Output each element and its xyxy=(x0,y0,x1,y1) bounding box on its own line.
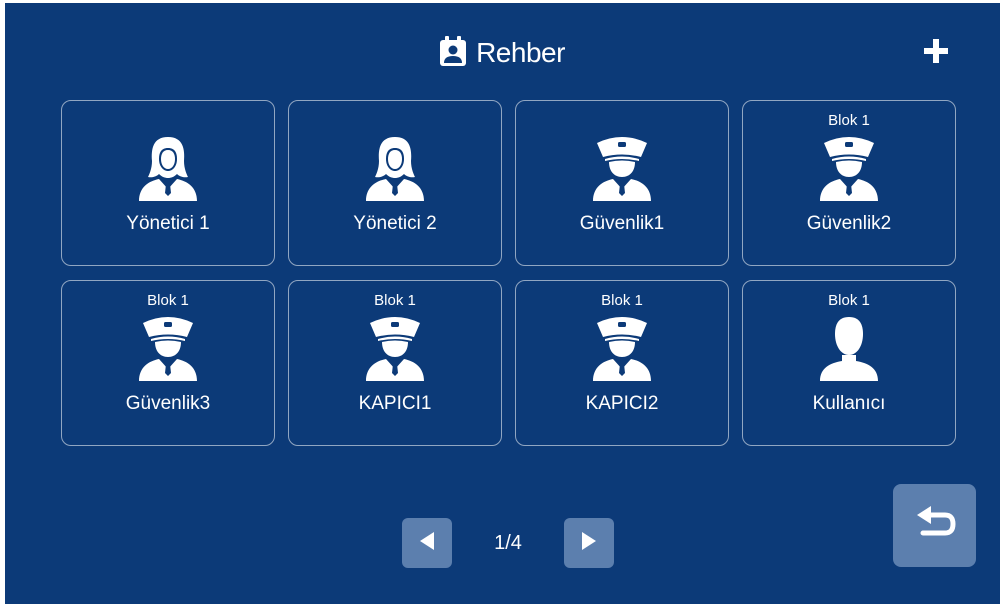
contact-card-kullanici[interactable]: Blok 1 Kullanıcı xyxy=(742,280,956,446)
contact-card-yonetici-2[interactable]: Yönetici 2 xyxy=(288,100,502,266)
contact-card-guvenlik3[interactable]: Blok 1 Güvenlik3 xyxy=(61,280,275,446)
contact-name: Kullanıcı xyxy=(812,393,886,414)
male-user-icon xyxy=(818,315,880,381)
contacts-screen: Rehber Yönetici 1 Yönetici 2 Güvenlik1 B… xyxy=(5,3,1000,604)
contact-card-guvenlik2[interactable]: Blok 1 Güvenlik2 xyxy=(742,100,956,266)
next-page-button[interactable] xyxy=(564,518,614,568)
contact-name: Güvenlik3 xyxy=(125,393,211,414)
contact-name: KAPICI2 xyxy=(585,393,659,414)
security-guard-icon xyxy=(818,135,880,201)
security-guard-icon xyxy=(591,315,653,381)
security-guard-icon xyxy=(364,315,426,381)
contact-grid: Yönetici 1 Yönetici 2 Güvenlik1 Blok 1 G… xyxy=(61,100,956,446)
security-guard-icon xyxy=(137,315,199,381)
plus-icon xyxy=(924,38,948,68)
contact-card-guvenlik1[interactable]: Güvenlik1 xyxy=(515,100,729,266)
contact-block-label: Blok 1 xyxy=(147,292,189,309)
contact-block-label: Blok 1 xyxy=(374,292,416,309)
pagination: 1/4 xyxy=(402,518,614,568)
contact-block-label: Blok 1 xyxy=(828,112,870,129)
contact-card-kapici1[interactable]: Blok 1 KAPICI1 xyxy=(288,280,502,446)
contact-name: Güvenlik2 xyxy=(806,213,892,234)
return-arrow-icon xyxy=(913,506,957,545)
page-title: Rehber xyxy=(476,37,565,68)
female-user-icon xyxy=(364,135,426,201)
contact-book-icon xyxy=(440,35,467,71)
back-button[interactable] xyxy=(893,484,976,567)
prev-arrow-icon xyxy=(418,531,436,556)
next-arrow-icon xyxy=(580,531,598,556)
female-user-icon xyxy=(137,135,199,201)
contact-name: KAPICI1 xyxy=(358,393,432,414)
contact-name: Yönetici 1 xyxy=(126,213,210,234)
contact-card-kapici2[interactable]: Blok 1 KAPICI2 xyxy=(515,280,729,446)
prev-page-button[interactable] xyxy=(402,518,452,568)
page-indicator: 1/4 xyxy=(494,531,522,554)
contact-block-label: Blok 1 xyxy=(601,292,643,309)
contact-block-label: Blok 1 xyxy=(828,292,870,309)
contact-name: Güvenlik1 xyxy=(579,213,665,234)
contact-card-yonetici-1[interactable]: Yönetici 1 xyxy=(61,100,275,266)
security-guard-icon xyxy=(591,135,653,201)
add-contact-button[interactable] xyxy=(916,33,956,73)
header: Rehber xyxy=(5,31,1000,75)
contact-name: Yönetici 2 xyxy=(353,213,437,234)
